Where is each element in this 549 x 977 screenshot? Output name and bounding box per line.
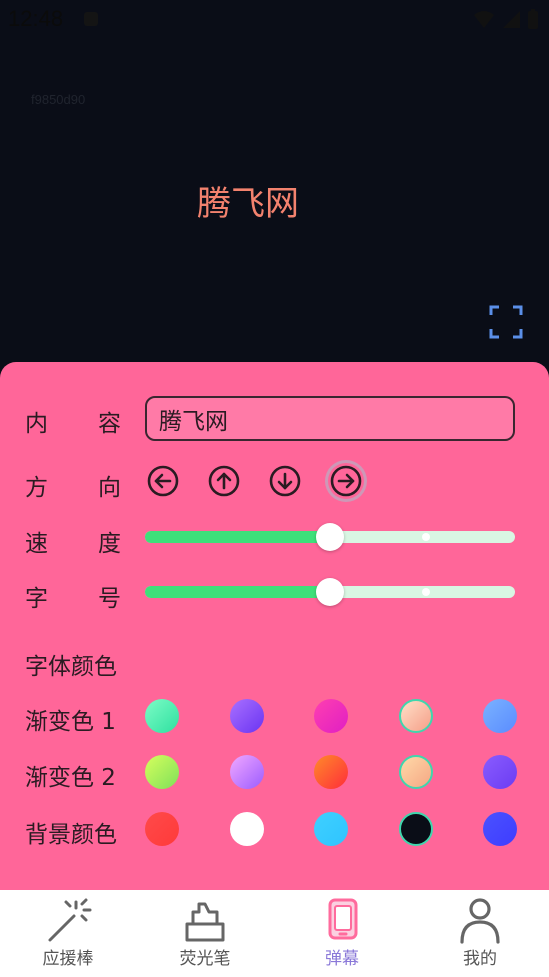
preview-barrage-text: 腾飞网 bbox=[197, 184, 299, 224]
gradient2-swatch-2[interactable] bbox=[229, 755, 264, 789]
arrow-right-circle-icon bbox=[330, 465, 362, 497]
font-size-label: 字 号 bbox=[25, 579, 121, 613]
nav-label-barrage: 弹幕 bbox=[325, 949, 359, 969]
nav-label-cheer-stick: 应援棒 bbox=[42, 949, 94, 969]
settings-panel: 内 容 腾飞网 方 向 速 度 字 号 字体颜色 渐变色 1 渐变色 2 背景颜… bbox=[0, 362, 549, 890]
arrow-down-circle-icon bbox=[269, 465, 301, 497]
gradient2-swatches bbox=[145, 755, 517, 789]
font-size-label-a: 字 bbox=[25, 586, 48, 612]
direction-label-b: 向 bbox=[98, 475, 121, 501]
nav-item-profile[interactable]: 我的 bbox=[425, 890, 535, 977]
direction-left-button[interactable] bbox=[145, 463, 181, 499]
status-bar: 12:48 bbox=[0, 0, 549, 38]
nav-label-profile: 我的 bbox=[463, 949, 497, 969]
notification-icon bbox=[84, 12, 98, 26]
gradient1-label: 渐变色 1 bbox=[25, 709, 116, 735]
barrage-preview[interactable]: f9850d90 腾飞网 bbox=[0, 38, 549, 362]
speed-slider-fill bbox=[145, 531, 330, 543]
preview-id-text: f9850d90 bbox=[31, 92, 86, 107]
content-label-b: 容 bbox=[98, 411, 121, 437]
magic-wand-icon bbox=[48, 898, 92, 942]
gradient1-swatch-2[interactable] bbox=[229, 699, 264, 733]
background-color-swatches bbox=[145, 812, 517, 846]
user-icon bbox=[460, 898, 500, 944]
direction-down-button[interactable] bbox=[267, 463, 303, 499]
screen: 12:48 f9850d90 腾飞网 内 容 腾飞网 方 向 速 度 字 号 字… bbox=[0, 0, 549, 977]
speed-slider[interactable] bbox=[145, 522, 515, 552]
signal-icon bbox=[503, 11, 520, 28]
background-swatch-3[interactable] bbox=[314, 812, 348, 846]
background-swatch-2[interactable] bbox=[229, 812, 264, 846]
direction-up-button[interactable] bbox=[206, 463, 242, 499]
speed-label-a: 速 bbox=[25, 531, 48, 557]
background-swatch-4[interactable] bbox=[398, 812, 433, 846]
speed-slider-thumb[interactable] bbox=[316, 523, 344, 551]
gradient2-swatch-1[interactable] bbox=[145, 755, 179, 789]
font-size-slider[interactable] bbox=[145, 577, 515, 607]
gradient2-swatch-3[interactable] bbox=[314, 755, 348, 789]
font-color-title: 字体颜色 bbox=[25, 654, 117, 680]
content-input[interactable]: 腾飞网 bbox=[145, 396, 515, 441]
gradient1-swatch-5[interactable] bbox=[483, 699, 517, 733]
speed-label: 速 度 bbox=[25, 524, 121, 558]
gradient2-swatch-5[interactable] bbox=[483, 755, 517, 789]
background-swatch-1[interactable] bbox=[145, 812, 179, 846]
battery-icon bbox=[528, 9, 538, 29]
gradient2-label: 渐变色 2 bbox=[25, 765, 116, 791]
background-swatch-5[interactable] bbox=[483, 812, 517, 846]
speed-label-b: 度 bbox=[98, 531, 121, 557]
nav-item-barrage[interactable]: 弹幕 bbox=[287, 890, 397, 977]
fullscreen-button[interactable] bbox=[488, 304, 524, 340]
gradient1-swatch-1[interactable] bbox=[145, 699, 179, 733]
gradient2-swatch-4[interactable] bbox=[398, 755, 433, 789]
wifi-icon bbox=[474, 11, 494, 28]
gradient1-swatches bbox=[145, 699, 517, 733]
status-time: 12:48 bbox=[8, 6, 64, 31]
fullscreen-icon bbox=[489, 305, 523, 339]
background-color-label: 背景颜色 bbox=[25, 822, 117, 848]
font-size-slider-thumb[interactable] bbox=[316, 578, 344, 606]
nav-label-highlighter: 荧光笔 bbox=[179, 949, 231, 969]
direction-right-button[interactable] bbox=[328, 463, 364, 499]
content-label-a: 内 bbox=[25, 411, 48, 437]
arrow-left-circle-icon bbox=[147, 465, 179, 497]
content-label: 内 容 bbox=[25, 404, 121, 438]
gradient1-swatch-3[interactable] bbox=[314, 699, 348, 733]
arrow-up-circle-icon bbox=[208, 465, 240, 497]
highlighter-icon bbox=[185, 902, 225, 942]
bottom-nav: 应援棒 荧光笔 弹幕 我的 bbox=[0, 890, 549, 977]
direction-label: 方 向 bbox=[25, 468, 121, 502]
status-icons bbox=[473, 8, 539, 30]
direction-label-a: 方 bbox=[25, 475, 48, 501]
gradient1-swatch-4[interactable] bbox=[398, 699, 433, 733]
phone-barrage-icon bbox=[328, 898, 358, 940]
nav-item-highlighter[interactable]: 荧光笔 bbox=[150, 890, 260, 977]
font-size-label-b: 号 bbox=[98, 586, 121, 612]
nav-item-cheer-stick[interactable]: 应援棒 bbox=[13, 890, 123, 977]
font-size-slider-fill bbox=[145, 586, 330, 598]
